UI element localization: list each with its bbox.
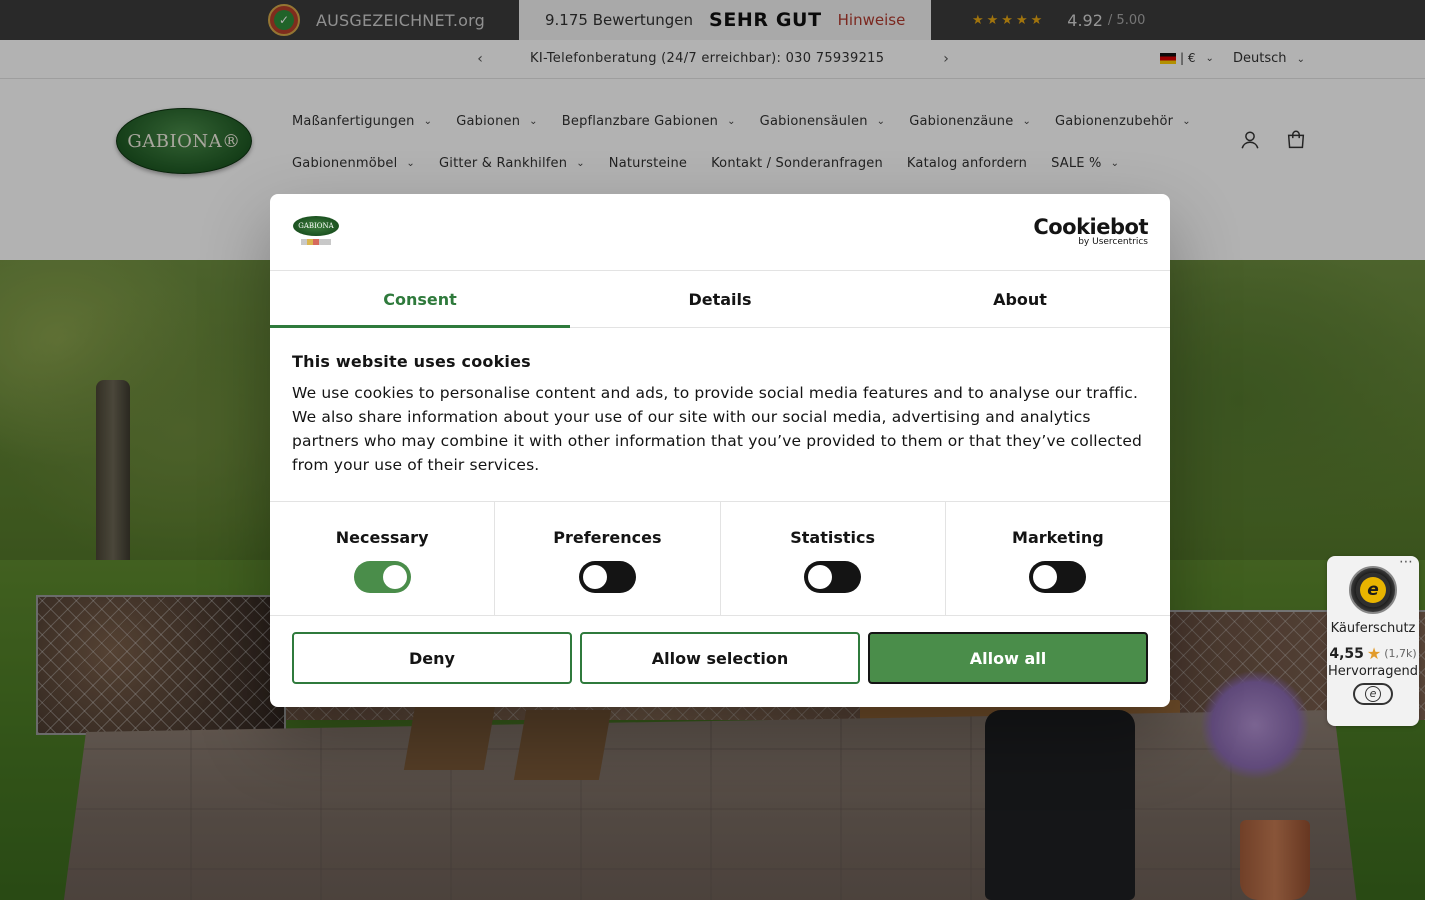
category-marketing: Marketing xyxy=(946,502,1170,615)
dialog-tabs: Consent Details About xyxy=(270,271,1170,328)
category-label: Necessary xyxy=(335,528,429,547)
category-preferences: Preferences xyxy=(495,502,721,615)
gabiona-logo-icon: GABIONA xyxy=(293,216,339,248)
trusted-shops-logo-icon: e xyxy=(1353,683,1393,705)
allow-selection-button[interactable]: Allow selection xyxy=(580,632,860,684)
cookiebot-name: Cookiebot xyxy=(1033,215,1148,239)
toggle-knob xyxy=(1033,565,1058,589)
tab-about[interactable]: About xyxy=(870,271,1170,327)
tab-details[interactable]: Details xyxy=(570,271,870,327)
allow-all-button[interactable]: Allow all xyxy=(868,632,1148,684)
consent-categories: Necessary Preferences Statistics Marketi… xyxy=(270,502,1170,616)
category-label: Statistics xyxy=(790,528,875,547)
badge-review-count: (1,7k) xyxy=(1384,647,1417,660)
marketing-toggle[interactable] xyxy=(1029,561,1087,593)
trusted-shops-seal-icon: e xyxy=(1349,566,1397,614)
preferences-toggle[interactable] xyxy=(578,561,636,593)
dialog-actions: Deny Allow selection Allow all xyxy=(270,616,1170,700)
category-label: Marketing xyxy=(1012,528,1104,547)
necessary-toggle[interactable] xyxy=(353,561,411,593)
cookiebot-logo[interactable]: Cookiebot by Usercentrics xyxy=(1033,216,1148,247)
badge-verdict: Hervorragend xyxy=(1328,664,1418,679)
dialog-description: We use cookies to personalise content an… xyxy=(292,384,1143,474)
badge-score-row: 4,55 ★ (1,7k) xyxy=(1327,644,1419,663)
category-statistics: Statistics xyxy=(721,502,946,615)
more-options-icon[interactable]: ⋯ xyxy=(1399,555,1413,569)
category-necessary: Necessary xyxy=(270,502,496,615)
toggle-knob xyxy=(382,565,407,589)
statistics-toggle[interactable] xyxy=(804,561,862,593)
star-icon: ★ xyxy=(1366,644,1382,663)
badge-score: 4,55 xyxy=(1329,645,1364,662)
toggle-knob xyxy=(582,565,607,589)
trusted-shops-badge[interactable]: ⋯ e Käuferschutz 4,55 ★ (1,7k) Hervorrag… xyxy=(1327,555,1419,726)
toggle-knob xyxy=(808,565,833,589)
dialog-header: GABIONA Cookiebot by Usercentrics xyxy=(270,194,1170,271)
category-label: Preferences xyxy=(553,528,662,547)
cookie-consent-dialog: GABIONA Cookiebot by Usercentrics Consen… xyxy=(270,194,1170,707)
deny-button[interactable]: Deny xyxy=(292,632,572,684)
dialog-body: This website uses cookies We use cookies… xyxy=(270,328,1170,502)
badge-label: Käuferschutz xyxy=(1330,621,1416,636)
tab-consent[interactable]: Consent xyxy=(270,271,570,328)
dialog-title: This website uses cookies xyxy=(292,352,531,371)
